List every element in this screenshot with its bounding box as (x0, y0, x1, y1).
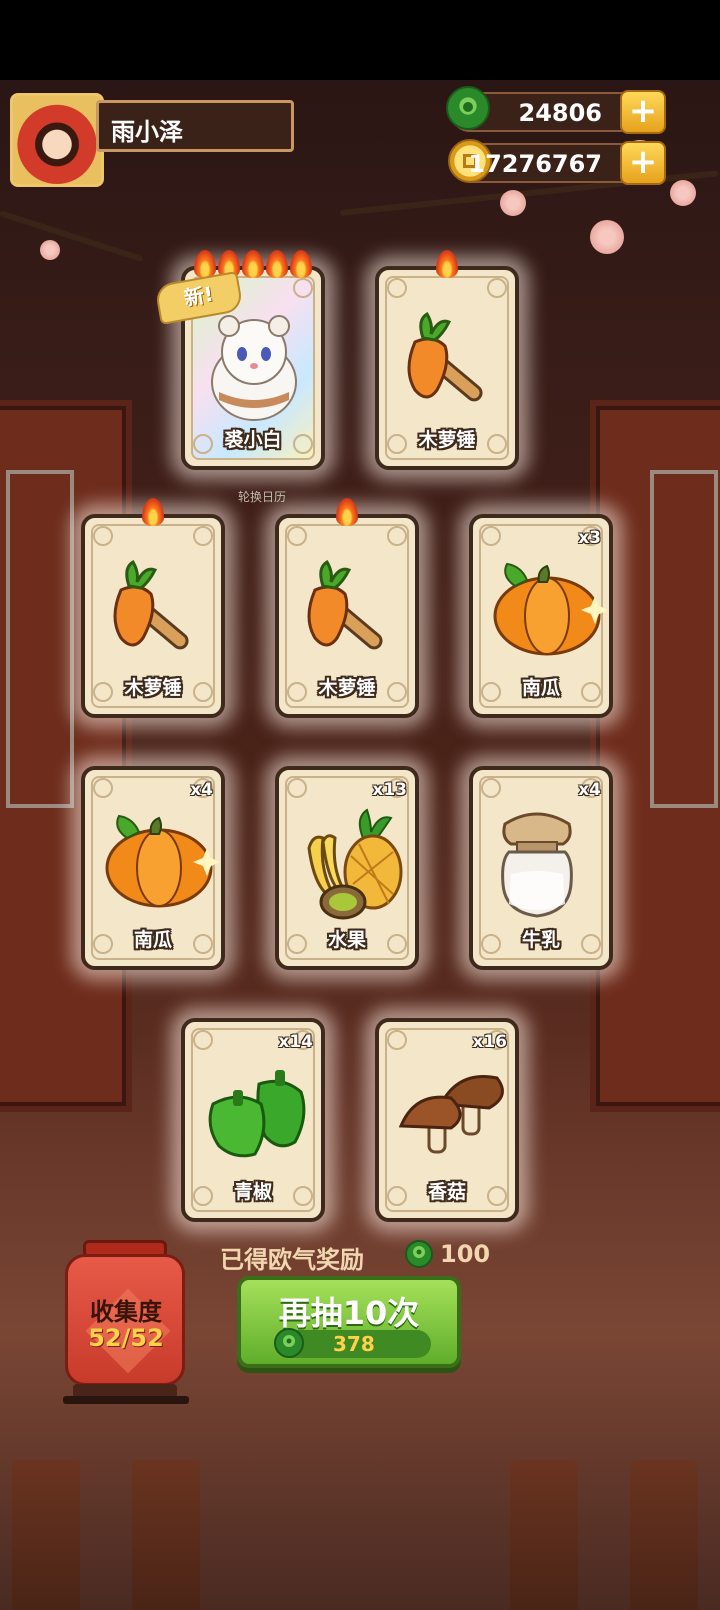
player-name-box[interactable]: 雨小泽 (96, 100, 294, 152)
collection-title: 收集度 (90, 1298, 162, 1326)
blossom-flower (500, 190, 526, 216)
card-label: 牛乳 (521, 929, 560, 951)
railing-post (132, 1460, 200, 1610)
jade-currency-bar: 24806 + (446, 86, 666, 134)
card-count: x4 (578, 780, 601, 800)
card-label: 青椒 (233, 1181, 272, 1203)
flame-icon (336, 498, 358, 526)
carrot-hammer-art (293, 552, 403, 666)
flame-icon (194, 250, 216, 278)
green-pepper-art (199, 1056, 319, 1170)
jade-coin-icon (274, 1328, 304, 1358)
railing-post (630, 1460, 698, 1610)
carrot-hammer-art (393, 304, 503, 418)
card-corner-swirl (487, 278, 507, 298)
card-corner-swirl (293, 278, 313, 298)
reward-card-6[interactable]: x4 南瓜 (81, 766, 225, 970)
reward-label: 已得欧气奖励 (220, 1246, 364, 1274)
jade-amount: 24806 (518, 99, 603, 127)
reward-card-8[interactable]: x4 牛乳 (469, 766, 613, 970)
reward-value: 100 (440, 1240, 491, 1268)
blossom-flower (590, 220, 624, 254)
rarity-flames (279, 498, 415, 528)
gold-currency-bar: 17276767 + (448, 139, 666, 185)
flame-icon (290, 250, 312, 278)
white-cat-art (199, 304, 309, 428)
card-count: x3 (578, 528, 601, 548)
mushroom-art (393, 1056, 513, 1170)
card-corner-swirl (93, 778, 113, 798)
railing-post (510, 1460, 578, 1610)
collection-progress: 52/52 (88, 1324, 164, 1352)
player-avatar[interactable] (10, 93, 104, 187)
jade-coin-icon (405, 1240, 433, 1268)
card-label: 木萝锤 (418, 429, 476, 451)
card-corner-swirl (93, 526, 113, 546)
card-corner-swirl (193, 1030, 213, 1050)
card-count: x16 (472, 1032, 507, 1052)
player-name: 雨小泽 (111, 118, 183, 146)
gold-amount: 17276767 (468, 150, 602, 178)
collection-lantern-button[interactable]: 收集度 52/52 (63, 1238, 189, 1410)
reward-card-10[interactable]: x16 香菇 (375, 1018, 519, 1222)
milk-jar-art (487, 804, 587, 928)
card-label: 裘小白 (224, 429, 282, 451)
draw-cost-pill: 378 (274, 1328, 431, 1358)
reward-card-4[interactable]: 木萝锤 (275, 498, 419, 718)
reward-card-1[interactable]: 新! 裘小白 (154, 250, 325, 470)
fruit-art (293, 804, 413, 928)
blossom-flower (670, 180, 696, 206)
card-label: 南瓜 (521, 677, 560, 699)
left-window-lattice (6, 470, 74, 808)
card-label: 木萝锤 (124, 677, 182, 699)
card-label: 香菇 (427, 1181, 466, 1203)
reward-card-5[interactable]: x3 南瓜 (469, 514, 613, 718)
card-label: 南瓜 (133, 929, 172, 951)
reward-card-3[interactable]: 木萝锤 (81, 498, 225, 718)
card-count: x14 (278, 1032, 313, 1052)
card-corner-swirl (387, 526, 407, 546)
flame-icon (266, 250, 288, 278)
card-label: 水果 (327, 929, 366, 951)
carrot-hammer-art (99, 552, 209, 666)
jade-coin-icon (446, 86, 490, 130)
lantern-stand (63, 1396, 189, 1404)
rarity-flames (85, 498, 221, 528)
card-corner-swirl (481, 778, 501, 798)
draw-cost-value: 378 (333, 1332, 375, 1356)
card-count: x4 (190, 780, 213, 800)
card-label: 木萝锤 (318, 677, 376, 699)
reward-card-2[interactable]: 木萝锤 (375, 250, 519, 470)
railing-post (12, 1460, 80, 1610)
draw-again-button[interactable]: 再抽10次 378 (237, 1276, 461, 1368)
add-gold-button[interactable]: + (620, 141, 666, 185)
flame-icon (142, 498, 164, 526)
rarity-flames (379, 250, 515, 280)
reward-card-7[interactable]: x13 水果 (275, 766, 419, 970)
status-bar (0, 0, 720, 80)
card-corner-swirl (287, 778, 307, 798)
right-window-lattice (650, 470, 718, 808)
card-corner-swirl (387, 1030, 407, 1050)
flame-icon (436, 250, 458, 278)
card-corner-swirl (287, 526, 307, 546)
pumpkin-art (487, 552, 609, 666)
blossom-flower (40, 240, 60, 260)
pumpkin-art (99, 804, 221, 918)
card-corner-swirl (193, 526, 213, 546)
card-corner-swirl (481, 526, 501, 546)
card-count: x13 (372, 780, 407, 800)
add-jade-button[interactable]: + (620, 90, 666, 134)
blossom-branch-left (0, 210, 144, 263)
reward-card-9[interactable]: x14 青椒 (181, 1018, 325, 1222)
card-corner-swirl (387, 278, 407, 298)
flame-icon (242, 250, 264, 278)
